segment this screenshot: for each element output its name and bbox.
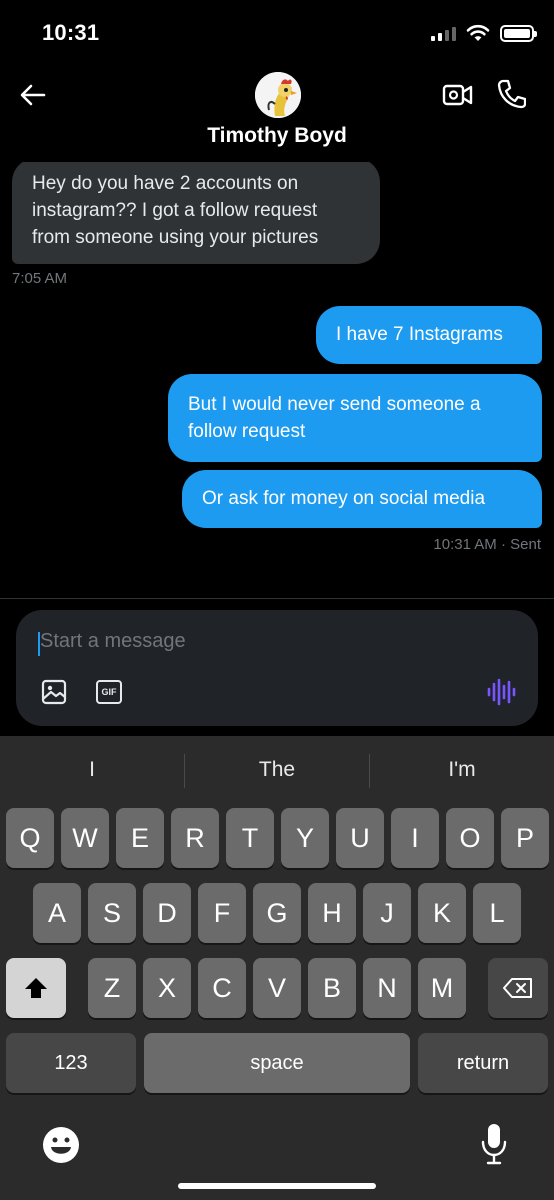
message-line: I have 7 Instagrams — [336, 324, 503, 345]
return-key[interactable]: return — [418, 1033, 548, 1093]
key-t[interactable]: T — [226, 808, 274, 868]
numbers-key[interactable]: 123 — [6, 1033, 136, 1093]
message-thread[interactable]: Hey do you have 2 accounts on instagram?… — [0, 162, 554, 598]
key-q[interactable]: Q — [6, 808, 54, 868]
cellular-signal-icon — [431, 25, 456, 41]
key-a[interactable]: A — [33, 883, 81, 943]
key-v[interactable]: V — [253, 958, 301, 1018]
composer-area: GIF — [0, 599, 554, 736]
conversation-header: Timothy Boyd — [0, 60, 554, 162]
status-icons — [431, 22, 537, 44]
key-p[interactable]: P — [501, 808, 549, 868]
message-input[interactable] — [40, 630, 500, 653]
message-line: from someone using your pictures — [32, 227, 319, 248]
key-u[interactable]: U — [336, 808, 384, 868]
key-c[interactable]: C — [198, 958, 246, 1018]
backspace-icon — [503, 978, 532, 998]
key-d[interactable]: D — [143, 883, 191, 943]
microphone-icon[interactable] — [480, 1122, 508, 1166]
key-g[interactable]: G — [253, 883, 301, 943]
key-h[interactable]: H — [308, 883, 356, 943]
keyboard: I The I'm Q W E R T Y U I O P A S D F G … — [0, 736, 554, 1200]
wifi-icon — [466, 24, 490, 41]
key-x[interactable]: X — [143, 958, 191, 1018]
delete-key[interactable] — [488, 958, 548, 1018]
suggestion-2[interactable]: The — [185, 758, 369, 782]
key-k[interactable]: K — [418, 883, 466, 943]
key-y[interactable]: Y — [281, 808, 329, 868]
predictive-text-bar: I The I'm — [0, 736, 554, 804]
key-f[interactable]: F — [198, 883, 246, 943]
message-line: Or ask for money on social media — [202, 488, 486, 509]
home-indicator — [178, 1183, 376, 1189]
key-r[interactable]: R — [171, 808, 219, 868]
space-key[interactable]: space — [144, 1033, 410, 1093]
key-s[interactable]: S — [88, 883, 136, 943]
message-line: follow request — [188, 421, 306, 442]
received-timestamp: 7:05 AM — [12, 270, 68, 287]
message-composer[interactable]: GIF — [16, 610, 538, 726]
outgoing-message[interactable]: But I would never send someone a follow … — [168, 374, 542, 462]
key-j[interactable]: J — [363, 883, 411, 943]
battery-icon — [500, 24, 537, 42]
outgoing-message[interactable]: Or ask for money on social media — [182, 470, 542, 528]
key-z[interactable]: Z — [88, 958, 136, 1018]
voice-waveform-icon[interactable] — [486, 678, 516, 706]
shift-icon — [25, 978, 47, 998]
message-line: instagram?? I got a follow request — [32, 200, 318, 221]
image-icon[interactable] — [40, 678, 68, 706]
incoming-message[interactable]: Hey do you have 2 accounts on instagram?… — [12, 162, 380, 264]
key-i[interactable]: I — [391, 808, 439, 868]
key-o[interactable]: O — [446, 808, 494, 868]
key-n[interactable]: N — [363, 958, 411, 1018]
rooster-avatar-image — [255, 72, 301, 118]
back-arrow-icon[interactable] — [18, 80, 48, 110]
sent-timestamp: 10:31 AM · Sent — [433, 536, 541, 553]
status-bar: 10:31 — [0, 0, 554, 60]
key-w[interactable]: W — [61, 808, 109, 868]
video-call-icon[interactable] — [442, 80, 474, 110]
contact-name[interactable]: Timothy Boyd — [0, 124, 554, 148]
status-time: 10:31 — [42, 20, 100, 45]
message-line: Hey do you have 2 accounts on — [32, 173, 299, 194]
phone-icon[interactable] — [496, 78, 526, 110]
emoji-icon[interactable] — [40, 1124, 82, 1166]
suggestion-3[interactable]: I'm — [370, 758, 554, 782]
contact-avatar[interactable] — [255, 72, 301, 118]
message-line: But I would never send someone a — [188, 394, 481, 415]
shift-key[interactable] — [6, 958, 66, 1018]
key-m[interactable]: M — [418, 958, 466, 1018]
key-e[interactable]: E — [116, 808, 164, 868]
suggestion-1[interactable]: I — [0, 758, 184, 782]
outgoing-message[interactable]: I have 7 Instagrams — [316, 306, 542, 364]
key-b[interactable]: B — [308, 958, 356, 1018]
gif-icon[interactable]: GIF — [96, 680, 122, 704]
key-l[interactable]: L — [473, 883, 521, 943]
